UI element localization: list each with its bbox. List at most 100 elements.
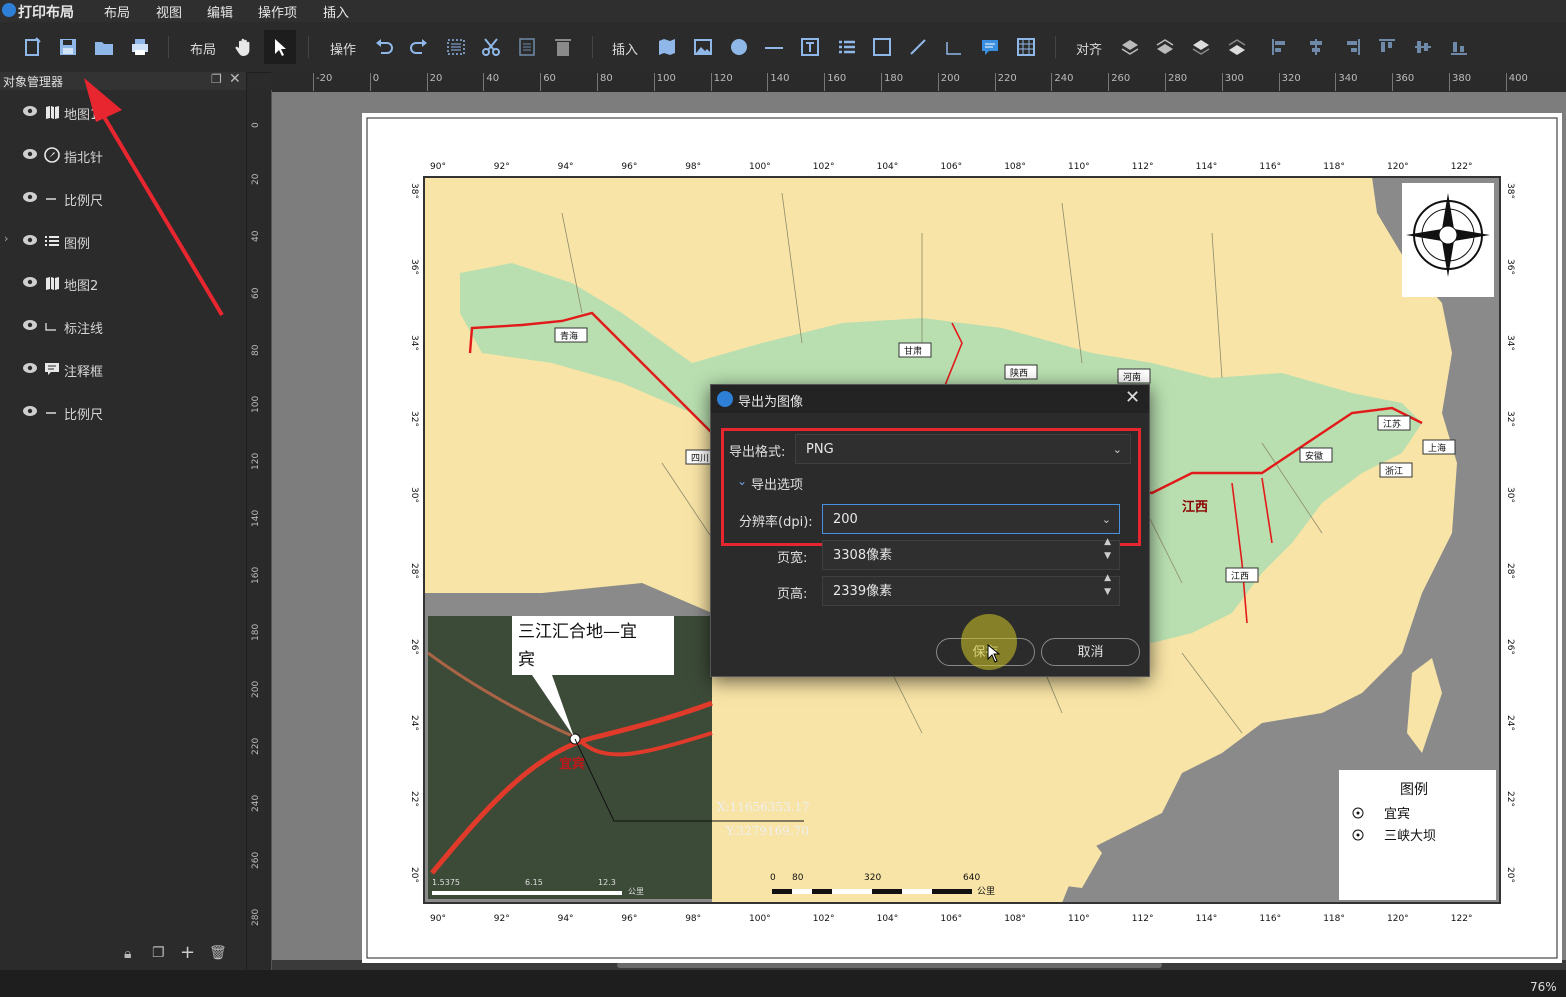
- spin-arrows-icon[interactable]: ▲ ▼: [1104, 571, 1111, 599]
- copy-icon: [519, 38, 535, 56]
- page-width-spinbox[interactable]: 3308像素 ▲ ▼: [822, 537, 1120, 570]
- align-bottom-button[interactable]: [1446, 34, 1472, 60]
- eye-icon[interactable]: [23, 105, 37, 117]
- scalebar-icon: [765, 47, 783, 49]
- map-icon: [659, 39, 675, 55]
- longitude-label: 98°: [685, 914, 701, 924]
- longitude-label: 114°: [1196, 914, 1218, 924]
- ruler-tick-label: 20: [251, 173, 261, 185]
- select-all-button[interactable]: [443, 34, 469, 60]
- latitude-label: 30°: [1505, 487, 1515, 503]
- menu-insert[interactable]: 插入: [323, 2, 349, 21]
- close-icon[interactable]: ✕: [1125, 387, 1140, 408]
- align-center-button[interactable]: [1303, 34, 1329, 60]
- insert-map-button[interactable]: [654, 34, 680, 60]
- redo-button[interactable]: [406, 34, 432, 60]
- align-group-label: 对齐: [1076, 43, 1103, 58]
- insert-scalebar-button[interactable]: [761, 34, 787, 60]
- eye-icon[interactable]: [23, 362, 37, 374]
- trash-icon[interactable]: 🗑︎: [209, 945, 227, 961]
- object-item-annotation[interactable]: 注释框: [0, 354, 246, 384]
- align-left-button[interactable]: [1267, 34, 1293, 60]
- new-layout-button[interactable]: [20, 34, 46, 60]
- table-icon: [1017, 38, 1035, 56]
- align-top-button[interactable]: [1374, 34, 1400, 60]
- map-legend[interactable]: 图例 宜宾 三峡大坝: [1339, 770, 1496, 900]
- page-height-spinbox[interactable]: 2339像素 ▲ ▼: [822, 573, 1120, 606]
- longitude-label: 96°: [621, 914, 637, 924]
- select-button[interactable]: [264, 30, 296, 64]
- longitude-labels-bottom: 90° 92° 94° 96° 98° 100° 102° 104° 106° 108° 110° 1…: [430, 914, 1472, 924]
- ruler-tick-label: 140: [251, 509, 261, 527]
- menu-operations[interactable]: 操作项: [258, 2, 297, 21]
- insert-image-button[interactable]: [690, 34, 716, 60]
- status-bar: 76%: [0, 970, 1566, 997]
- north-arrow[interactable]: [1402, 183, 1494, 297]
- add-icon[interactable]: +: [180, 942, 195, 963]
- delete-button[interactable]: [550, 34, 576, 60]
- insert-line-button[interactable]: [905, 34, 931, 60]
- ruler-tick-label: 200: [937, 73, 960, 91]
- dialog-title: 导出为图像: [738, 395, 804, 410]
- send-backward-button[interactable]: [1188, 34, 1214, 60]
- bring-to-front-button[interactable]: [1117, 34, 1143, 60]
- open-button[interactable]: [91, 34, 117, 60]
- menu-edit[interactable]: 编辑: [207, 2, 233, 21]
- insert-legend-button[interactable]: [834, 34, 860, 60]
- insert-text-button[interactable]: [797, 34, 823, 60]
- zoom-level[interactable]: 76%: [1530, 980, 1557, 994]
- dpi-value: 200: [833, 512, 858, 527]
- province-label: 陕西: [1010, 367, 1028, 379]
- eye-icon[interactable]: [23, 319, 37, 331]
- export-options-toggle[interactable]: 导出选项: [751, 474, 803, 493]
- insert-leader-button[interactable]: [941, 34, 967, 60]
- longitude-label: 108°: [1004, 162, 1026, 172]
- chevron-right-icon[interactable]: ›: [4, 232, 8, 245]
- copy-button[interactable]: [514, 34, 540, 60]
- pan-button[interactable]: [231, 34, 257, 60]
- eye-icon[interactable]: [23, 234, 37, 246]
- eye-icon[interactable]: [23, 276, 37, 288]
- latitude-labels-right: 38° 36° 34° 32° 30° 28° 26° 24° 22° 20°: [1505, 183, 1515, 883]
- align-right-button[interactable]: [1339, 34, 1365, 60]
- mouse-cursor-icon: [987, 644, 1001, 663]
- eye-icon[interactable]: [23, 148, 37, 160]
- menu-layout[interactable]: 布局: [104, 2, 130, 21]
- annotation-icon: [45, 363, 59, 375]
- cancel-button[interactable]: 取消: [1041, 638, 1140, 666]
- chevron-down-icon[interactable]: ⌄: [737, 474, 747, 488]
- format-select[interactable]: PNG ⌄: [795, 434, 1131, 464]
- app-logo-icon: [2, 3, 16, 17]
- latitude-labels-left: 38° 36° 34° 32° 30° 28° 26° 24° 22° 20°: [409, 183, 419, 883]
- spin-arrows-icon[interactable]: ▲ ▼: [1104, 535, 1111, 563]
- save-button[interactable]: [55, 34, 81, 60]
- bring-forward-button[interactable]: [1152, 34, 1178, 60]
- eye-icon[interactable]: [23, 405, 37, 417]
- undo-button[interactable]: [371, 34, 397, 60]
- duplicate-icon[interactable]: ❐: [152, 945, 165, 961]
- longitude-label: 112°: [1132, 914, 1154, 924]
- scissors-icon: [482, 38, 500, 56]
- ruler-tick-label: 260: [251, 851, 261, 869]
- lock-icon[interactable]: 🔒︎: [124, 946, 131, 962]
- align-middle-button[interactable]: [1410, 34, 1436, 60]
- river-label: 江西: [1182, 499, 1208, 515]
- send-to-back-button[interactable]: [1224, 34, 1250, 60]
- insert-rectangle-button[interactable]: [869, 34, 895, 60]
- print-button[interactable]: [127, 34, 153, 60]
- insert-table-button[interactable]: [1013, 34, 1039, 60]
- insert-annotation-button[interactable]: [977, 34, 1003, 60]
- layer-forward-icon: [1156, 39, 1174, 54]
- cut-button[interactable]: [478, 34, 504, 60]
- svg-text:320: 320: [864, 873, 881, 883]
- object-item-scalebar-2[interactable]: 比例尺: [0, 397, 246, 427]
- insert-compass-button[interactable]: [726, 34, 752, 60]
- menu-view[interactable]: 视图: [156, 2, 182, 21]
- eye-icon[interactable]: [23, 191, 37, 203]
- scalebar-icon: [46, 412, 56, 414]
- longitude-label: 90°: [430, 914, 446, 924]
- dpi-select[interactable]: 200 ⌄: [822, 504, 1120, 534]
- page-height-value: 2339像素: [833, 584, 893, 599]
- province-label: 河南: [1123, 371, 1141, 383]
- dpi-label: 分辨率(dpi):: [739, 515, 813, 530]
